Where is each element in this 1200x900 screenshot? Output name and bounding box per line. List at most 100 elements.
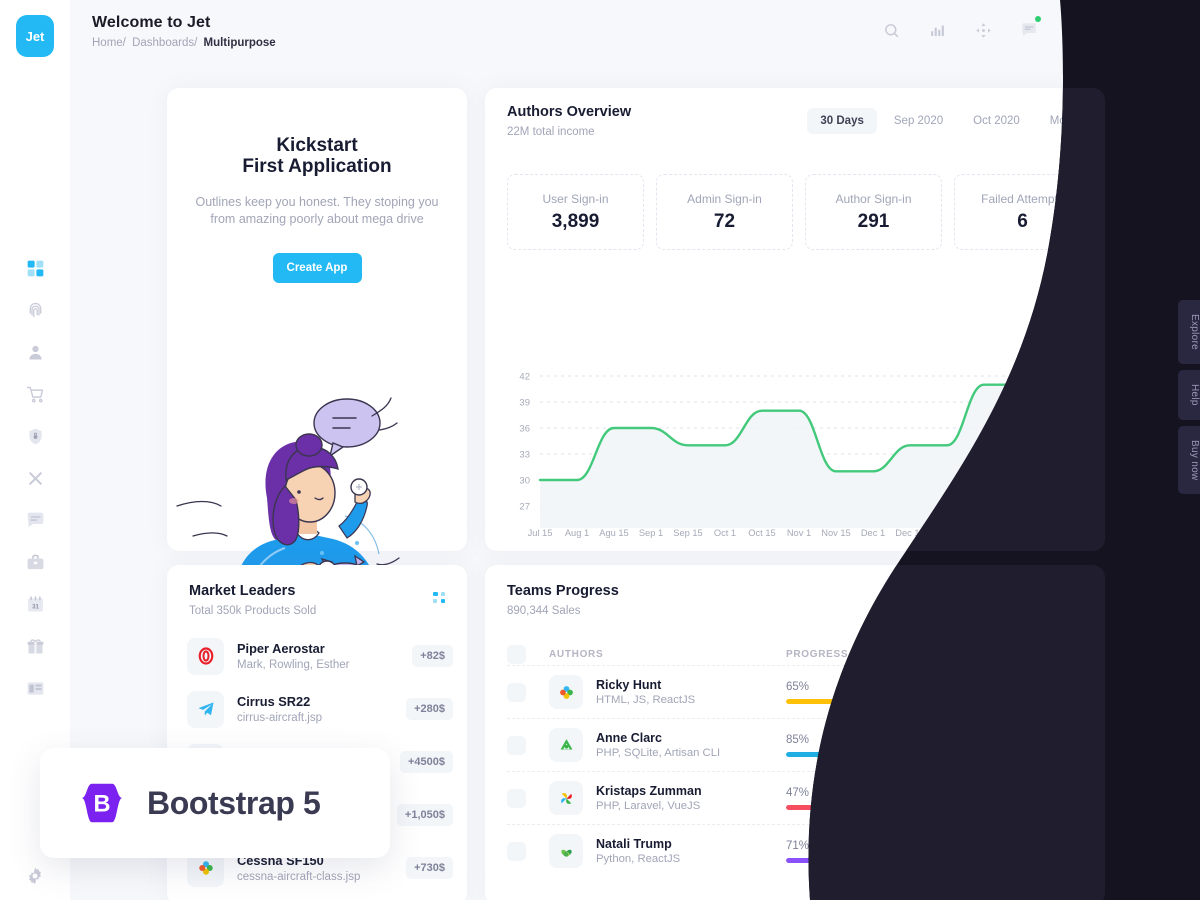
gear-icon[interactable] bbox=[25, 866, 45, 886]
table-row[interactable]: Anne Clarc PHP, SQLite, Artisan CLI 85% … bbox=[507, 718, 1085, 771]
svg-text:Sep 1: Sep 1 bbox=[639, 528, 663, 538]
svg-text:B: B bbox=[93, 791, 110, 817]
sidebar-item-2[interactable] bbox=[14, 331, 56, 373]
stat-value: 291 bbox=[857, 210, 890, 232]
view-button[interactable]: View bbox=[1034, 732, 1085, 758]
author-skills: PHP, Laravel, VueJS bbox=[596, 800, 701, 812]
breadcrumb-dashboards[interactable]: Dashboards/ bbox=[132, 37, 197, 49]
view-button[interactable]: View bbox=[1034, 785, 1085, 811]
search-button[interactable] bbox=[874, 13, 908, 47]
svg-text:Jan 1: Jan 1 bbox=[936, 528, 959, 538]
search-icon bbox=[884, 23, 898, 37]
row-checkbox[interactable] bbox=[507, 682, 526, 702]
dashboard-root: Jet 31 Welcome to Jet Home/ Dashboards/ … bbox=[0, 0, 1200, 900]
author-info: Anne Clarc PHP, SQLite, Artisan CLI bbox=[596, 731, 786, 759]
action-cell: View bbox=[1034, 732, 1085, 758]
chevron-down-icon bbox=[979, 604, 986, 609]
breadcrumb-home[interactable]: Home/ bbox=[92, 37, 126, 49]
teams-search-input[interactable]: Search bbox=[988, 591, 1093, 621]
row-checkbox[interactable] bbox=[507, 735, 526, 755]
svg-text:36: 36 bbox=[519, 424, 530, 435]
market-leaders-more-button[interactable] bbox=[433, 591, 447, 610]
overview-tab-2[interactable]: Oct 2020 bbox=[960, 108, 1033, 134]
edge-tab-0[interactable]: Explore bbox=[1178, 300, 1200, 365]
svg-text:Jan 15: Jan 15 bbox=[970, 528, 998, 538]
search-icon bbox=[999, 601, 1009, 611]
sidebar-item-6[interactable] bbox=[14, 499, 56, 541]
user-icon bbox=[28, 345, 42, 359]
user-filter-select[interactable]: All Users bbox=[888, 591, 998, 621]
authors-overview-title: Authors Overview bbox=[507, 104, 632, 120]
avatar-hair bbox=[1158, 21, 1178, 30]
svg-text:39: 39 bbox=[519, 398, 530, 409]
market-leader-amount: +280$ bbox=[406, 698, 453, 720]
overview-tab-1[interactable]: Sep 2020 bbox=[881, 108, 956, 134]
teams-progress-title: Teams Progress bbox=[507, 583, 619, 599]
stat-value: 3,899 bbox=[551, 210, 600, 232]
sidebar-item-0[interactable] bbox=[14, 247, 56, 289]
table-row[interactable]: Ricky Hunt HTML, JS, ReactJS 65% View bbox=[507, 665, 1085, 718]
move-button[interactable] bbox=[966, 13, 1000, 47]
progress-bar bbox=[786, 804, 926, 810]
market-leader-row[interactable]: Piper Aerostar Mark, Rowling, Esther +82… bbox=[187, 633, 453, 679]
stat-label: Admin Sign-in bbox=[687, 191, 762, 206]
sidebar-item-5[interactable] bbox=[14, 457, 56, 499]
view-button[interactable]: View bbox=[1034, 679, 1085, 705]
author-skills: Python, ReactJS bbox=[596, 853, 681, 865]
row-checkbox[interactable] bbox=[507, 788, 526, 808]
edge-tab-2[interactable]: Buy now bbox=[1178, 425, 1200, 495]
svg-text:Agu 15: Agu 15 bbox=[599, 528, 628, 538]
sidebar-item-7[interactable] bbox=[14, 541, 56, 583]
create-app-button[interactable]: Create App bbox=[272, 252, 362, 283]
sidebar-item-3[interactable] bbox=[14, 373, 56, 415]
stat-value: 6 bbox=[1017, 210, 1028, 232]
overview-tab-3[interactable]: More bbox=[1037, 108, 1089, 134]
action-cell: View bbox=[1034, 838, 1085, 864]
avatar[interactable] bbox=[1150, 12, 1186, 48]
view-button[interactable]: View bbox=[1034, 838, 1085, 864]
notifications-button[interactable] bbox=[1012, 13, 1046, 47]
row-checkbox[interactable] bbox=[507, 841, 526, 861]
analytics-button[interactable] bbox=[920, 13, 954, 47]
sidebar-item-8[interactable]: 31 bbox=[14, 583, 56, 625]
sidebar-item-9[interactable] bbox=[14, 625, 56, 667]
sidebar-item-1[interactable] bbox=[14, 289, 56, 331]
bar-chart-icon bbox=[930, 25, 944, 36]
market-leaders-subtitle: Total 350k Products Sold bbox=[189, 605, 317, 617]
bootstrap-logo-icon: B bbox=[81, 783, 123, 823]
column-action: ACTION bbox=[1042, 648, 1085, 660]
area-chart: 27 30 33 36 39 42 Jul 15 Aug 1 Agu 15 Sep 1 Sep 15… bbox=[519, 372, 1106, 539]
market-leader-row[interactable]: Cirrus SR22 cirrus-aircraft.jsp +280$ bbox=[187, 686, 453, 732]
market-leader-info: Cirrus SR22 cirrus-aircraft.jsp bbox=[237, 694, 406, 724]
svg-text:Oct 1: Oct 1 bbox=[714, 528, 736, 538]
table-row[interactable]: Kristaps Zumman PHP, Laravel, VueJS 47% … bbox=[507, 771, 1085, 824]
sidebar-item-10[interactable] bbox=[14, 667, 56, 709]
stat-card-1: Admin Sign-in 72 bbox=[656, 174, 793, 250]
avatar-glasses bbox=[1160, 30, 1176, 35]
svg-text:31: 31 bbox=[32, 603, 39, 610]
stat-label: User Sign-in bbox=[542, 191, 609, 206]
market-leader-info: Piper Aerostar Mark, Rowling, Esther bbox=[237, 641, 412, 671]
stat-label: Author Sign-in bbox=[835, 191, 912, 206]
svg-text:Nov 1: Nov 1 bbox=[787, 528, 811, 538]
author-info: Natali Trump Python, ReactJS bbox=[596, 837, 786, 865]
table-row[interactable]: Natali Trump Python, ReactJS 71% View bbox=[507, 824, 1085, 877]
svg-text:Dec 1: Dec 1 bbox=[861, 528, 885, 538]
overview-tab-0[interactable]: 30 Days bbox=[807, 108, 877, 134]
kickstart-body: Outlines keep you honest. They stoping y… bbox=[195, 194, 439, 227]
sidebar-item-4[interactable] bbox=[14, 415, 56, 457]
calendar-icon: 31 bbox=[27, 595, 43, 611]
edge-tab-1[interactable]: Help bbox=[1178, 370, 1200, 420]
action-cell: View bbox=[1034, 679, 1085, 705]
page-title: Welcome to Jet bbox=[92, 14, 211, 31]
app-logo[interactable]: Jet bbox=[16, 15, 54, 57]
apps-button[interactable] bbox=[1058, 13, 1092, 47]
teams-table-body: Ricky Hunt HTML, JS, ReactJS 65% View An… bbox=[507, 665, 1085, 877]
author-info: Kristaps Zumman PHP, Laravel, VueJS bbox=[596, 784, 786, 812]
breadcrumb: Home/ Dashboards/ Multipurpose bbox=[92, 37, 276, 49]
sidebar-settings[interactable] bbox=[0, 866, 70, 886]
theme-toggle-button[interactable] bbox=[1104, 13, 1138, 47]
teams-progress-card: Teams Progress 890,344 Sales All Users S… bbox=[485, 565, 1105, 900]
select-all-checkbox[interactable] bbox=[507, 644, 526, 664]
stat-value: 72 bbox=[713, 210, 736, 232]
